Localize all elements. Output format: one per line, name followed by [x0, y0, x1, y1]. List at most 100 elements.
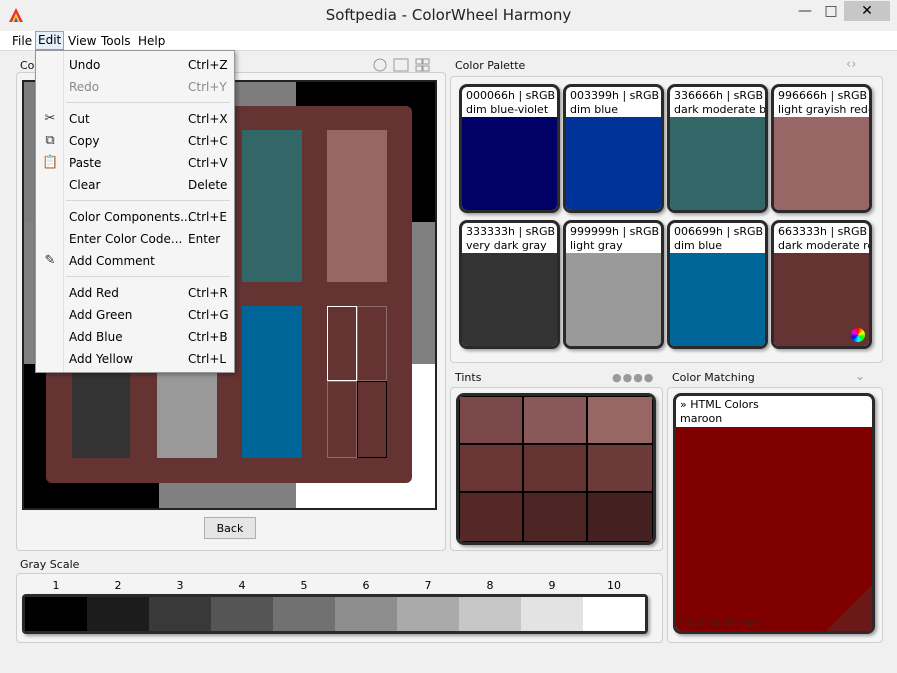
palette-card-name: dark moderate re	[778, 239, 872, 252]
color-wheel-icon[interactable]	[851, 328, 865, 342]
palette-card-swatch	[670, 117, 765, 210]
tint-cell[interactable]	[587, 492, 653, 542]
gray-cell[interactable]	[211, 597, 273, 631]
menu-separator	[66, 276, 230, 277]
gray-cell[interactable]	[87, 597, 149, 631]
tint-cell[interactable]	[587, 396, 653, 444]
gray-cell-number: 10	[607, 579, 621, 592]
edit-menu-item-redo[interactable]: Redo Ctrl+Y	[36, 76, 234, 98]
palette-card[interactable]: 006699h | sRGB dim blue	[667, 220, 768, 349]
palette-card-code: 003399h | sRGB	[570, 89, 660, 102]
gray-cell[interactable]	[397, 597, 459, 631]
minimize-button[interactable]: —	[792, 1, 818, 21]
menu-file[interactable]: File	[10, 33, 34, 49]
edit-menu-item-add-green[interactable]: Add Green Ctrl+G	[36, 304, 234, 326]
grayscale-bar[interactable]: 1 2 3 4 5 6 7 8 9 10	[22, 579, 648, 634]
edit-menu-item-copy[interactable]: ⧉ Copy Ctrl+C	[36, 130, 234, 152]
maximize-button[interactable]: □	[818, 1, 844, 21]
back-button[interactable]: Back	[204, 517, 256, 539]
palette-nav-icon[interactable]: ‹›	[846, 57, 856, 72]
tint-cell[interactable]	[587, 444, 653, 492]
palette-card-swatch	[566, 117, 661, 210]
menu-item-shortcut: Ctrl+V	[188, 156, 228, 170]
tint-cell[interactable]	[523, 396, 587, 444]
palette-card-name: dark moderate bl	[674, 103, 768, 116]
close-button[interactable]: ✕	[844, 1, 890, 21]
menu-view[interactable]: View	[66, 33, 98, 49]
menu-item-label: Paste	[69, 156, 102, 170]
tint-cell[interactable]	[523, 492, 587, 542]
palette-card-name: very dark gray	[466, 239, 547, 252]
menu-item-label: Add Blue	[69, 330, 123, 344]
preview-panel-label: Co	[20, 59, 35, 72]
matching-card[interactable]: » HTML Colors maroon Click to accept	[673, 393, 875, 634]
palette-card-swatch	[670, 253, 765, 346]
accept-hint: Click to accept	[679, 616, 761, 629]
gray-cell[interactable]	[149, 597, 211, 631]
edit-menu-item-add-yellow[interactable]: Add Yellow Ctrl+L	[36, 348, 234, 370]
edit-menu-item-color-components[interactable]: Color Components... Ctrl+E	[36, 206, 234, 228]
gray-cell[interactable]	[459, 597, 521, 631]
menu-item-shortcut: Ctrl+L	[188, 352, 227, 366]
palette-card-code: 333333h | sRGB	[466, 225, 556, 238]
tint-cell[interactable]	[459, 396, 523, 444]
matching-label: Color Matching	[672, 371, 755, 384]
palette-card-code: 999999h | sRGB	[570, 225, 660, 238]
chevron-down-icon[interactable]: ⌄	[855, 369, 865, 383]
menu-help[interactable]: Help	[136, 33, 167, 49]
tint-cell[interactable]	[523, 444, 587, 492]
edit-menu-item-cut[interactable]: ✂ Cut Ctrl+X	[36, 108, 234, 130]
gray-cell-number: 2	[114, 579, 122, 592]
edit-menu-item-add-red[interactable]: Add Red Ctrl+R	[36, 282, 234, 304]
gray-cell-number: 3	[176, 579, 184, 592]
menu-separator	[66, 102, 230, 103]
gray-cell[interactable]	[335, 597, 397, 631]
tints-grid[interactable]	[456, 393, 656, 545]
gray-cell[interactable]	[521, 597, 583, 631]
window-title: Softpedia - ColorWheel Harmony	[325, 6, 572, 24]
gray-cell-number: 9	[548, 579, 556, 592]
edit-menu-item-add-blue[interactable]: Add Blue Ctrl+B	[36, 326, 234, 348]
gray-cell[interactable]	[583, 597, 645, 631]
palette-card[interactable]: 996666h | sRGB light grayish red-	[771, 84, 872, 213]
palette-card-name: light grayish red-	[778, 103, 872, 116]
edit-menu-item-add-comment[interactable]: ✎ Add Comment	[36, 250, 234, 272]
palette-card[interactable]: 333333h | sRGB very dark gray	[459, 220, 560, 349]
edit-menu-item-enter-color-code[interactable]: Enter Color Code... Enter	[36, 228, 234, 250]
palette-card[interactable]: 663333h | sRGB dark moderate re	[771, 220, 872, 349]
tint-cell[interactable]	[459, 492, 523, 542]
menu-bar: File Edit View Tools Help	[0, 31, 897, 51]
palette-card[interactable]: 003399h | sRGB dim blue	[563, 84, 664, 213]
comment-icon: ✎	[44, 253, 56, 268]
palette-card[interactable]: 336666h | sRGB dark moderate bl	[667, 84, 768, 213]
menu-item-shortcut: Delete	[188, 178, 228, 192]
edit-menu-item-paste[interactable]: 📋 Paste Ctrl+V	[36, 152, 234, 174]
palette-card-swatch	[462, 253, 557, 346]
menu-separator	[66, 200, 230, 201]
menu-item-shortcut: Ctrl+Y	[188, 80, 227, 94]
palette-card[interactable]: 999999h | sRGB light gray	[563, 220, 664, 349]
gray-cell-number: 8	[486, 579, 494, 592]
menu-item-shortcut: Ctrl+E	[188, 210, 227, 224]
menu-item-shortcut: Ctrl+X	[188, 112, 228, 126]
palette-card[interactable]: 000066h | sRGB dim blue-violet	[459, 84, 560, 213]
menu-edit[interactable]: Edit	[35, 31, 65, 50]
gray-cell[interactable]	[25, 597, 87, 631]
tint-cell[interactable]	[459, 444, 523, 492]
gray-cell-number: 6	[362, 579, 370, 592]
menu-item-shortcut: Ctrl+G	[188, 308, 229, 322]
palette-label: Color Palette	[455, 59, 526, 72]
menu-tools[interactable]: Tools	[99, 33, 133, 49]
paste-icon: 📋	[42, 155, 59, 170]
tints-options-icon[interactable]: ●●●●	[612, 371, 654, 384]
gray-cell[interactable]	[273, 597, 335, 631]
edit-dropdown-menu: Undo Ctrl+Z Redo Ctrl+Y ✂ Cut Ctrl+X ⧉ Copy Ctrl+…	[35, 50, 235, 373]
menu-item-label: Add Red	[69, 286, 119, 300]
palette-card-swatch	[566, 253, 661, 346]
view-mode-icons	[372, 57, 432, 73]
edit-menu-item-clear[interactable]: Clear Delete	[36, 174, 234, 196]
edit-menu-item-undo[interactable]: Undo Ctrl+Z	[36, 54, 234, 76]
matching-name: maroon	[680, 412, 723, 425]
palette-card-code: 663333h | sRGB	[778, 225, 868, 238]
menu-item-shortcut: Ctrl+C	[188, 134, 228, 148]
